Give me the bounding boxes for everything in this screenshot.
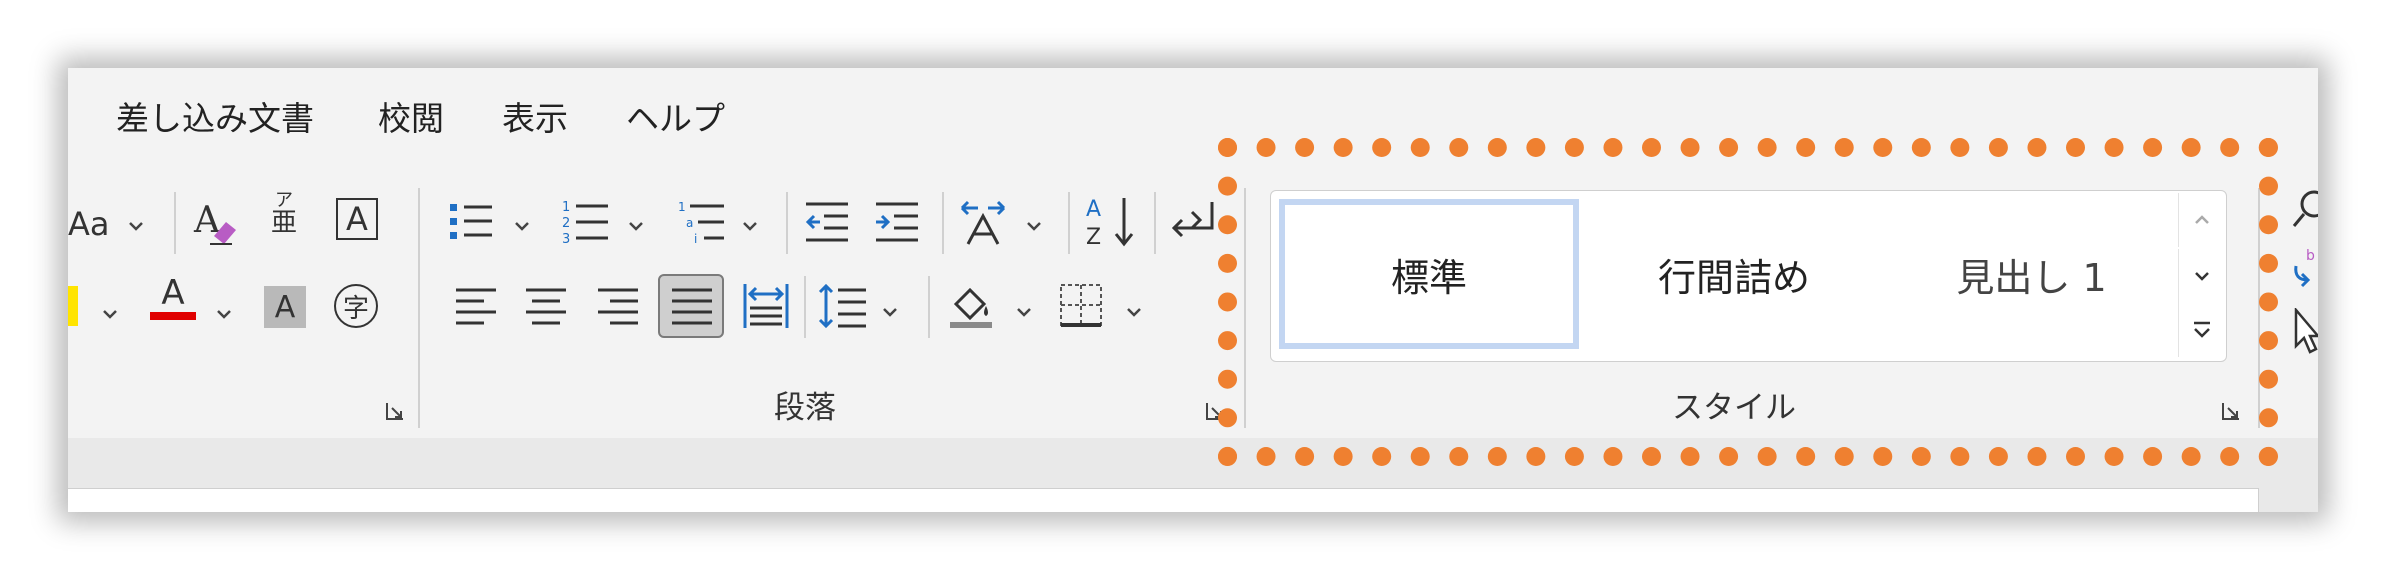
multilevel-list-icon[interactable]: 1ai [678, 198, 726, 246]
tab-mailings[interactable]: 差し込み文書 [116, 92, 314, 140]
separator [1154, 192, 1156, 254]
chevron-down-icon[interactable] [126, 216, 146, 236]
decrease-indent-icon[interactable] [804, 200, 850, 244]
separator [1244, 188, 1246, 428]
chevron-down-icon[interactable] [880, 302, 900, 322]
separator [928, 276, 930, 338]
justify-icon [672, 288, 712, 325]
style-normal[interactable]: 標準 [1279, 199, 1579, 349]
character-shading-button[interactable]: A [264, 286, 306, 328]
phonetic-bottom-label: 亜 [270, 208, 297, 238]
font-color-button[interactable]: A [150, 276, 196, 320]
separator [174, 192, 176, 254]
svg-text:i: i [694, 232, 697, 246]
separator [786, 192, 788, 254]
tab-help[interactable]: ヘルプ [626, 92, 725, 140]
chevron-down-icon[interactable] [740, 216, 760, 236]
character-shading-label: A [274, 289, 296, 325]
svg-text:Z: Z [1086, 225, 1101, 248]
chevron-down-icon[interactable] [512, 216, 532, 236]
align-right-icon[interactable] [596, 286, 640, 328]
document-page[interactable] [68, 488, 2259, 512]
enclose-characters-label: 字 [342, 293, 369, 324]
gallery-more-button[interactable] [2178, 303, 2225, 357]
separator [418, 188, 420, 428]
separator [804, 276, 806, 338]
chevron-down-icon[interactable] [1124, 302, 1144, 322]
shading-icon[interactable] [946, 280, 996, 330]
select-cursor-icon[interactable] [2294, 308, 2318, 356]
borders-icon[interactable] [1058, 282, 1104, 328]
distributed-icon[interactable] [742, 282, 790, 330]
menu-bar: 差し込み文書 校閲 表示 ヘルプ [68, 68, 2318, 158]
character-border-button[interactable]: A [336, 198, 378, 240]
tab-view[interactable]: 表示 [502, 92, 568, 140]
sort-icon[interactable]: A Z [1084, 194, 1138, 248]
font-color-label: A [161, 273, 185, 313]
chevron-up-icon [2195, 215, 2209, 224]
gallery-scroll-up-button[interactable] [2178, 193, 2225, 247]
separator [2258, 188, 2260, 428]
chevron-down-icon[interactable] [1014, 302, 1034, 322]
style-heading-1[interactable]: 見出し 1 [1889, 199, 2174, 349]
tab-review[interactable]: 校閲 [378, 92, 444, 140]
text-direction-icon[interactable] [958, 198, 1008, 246]
font-dialog-launcher-icon[interactable] [384, 400, 406, 422]
gallery-scroll-down-button[interactable] [2178, 249, 2225, 303]
chevron-down-icon [2195, 272, 2209, 281]
separator [942, 192, 944, 254]
bullets-icon[interactable] [448, 200, 496, 244]
enclose-characters-button[interactable]: 字 [334, 284, 378, 328]
font-color-bar [150, 312, 196, 320]
replace-icon[interactable]: b [2292, 246, 2318, 292]
align-left-icon[interactable] [454, 286, 498, 328]
styles-gallery: 標準 行間詰め 見出し 1 [1270, 190, 2227, 362]
styles-dialog-launcher-icon[interactable] [2220, 400, 2242, 422]
highlighter-color-swatch[interactable] [68, 286, 78, 326]
chevron-down-icon[interactable] [1024, 216, 1044, 236]
change-case-label: Aa [68, 205, 110, 243]
chevron-down-icon[interactable] [214, 304, 234, 324]
paragraph-group-label: 段落 [774, 390, 836, 426]
justify-button[interactable] [658, 274, 724, 338]
show-formatting-marks-icon[interactable] [1168, 198, 1218, 246]
svg-text:1: 1 [678, 200, 686, 214]
svg-text:A: A [1086, 197, 1101, 222]
separator [1068, 192, 1070, 254]
align-center-icon[interactable] [524, 286, 568, 328]
more-icon [2194, 321, 2210, 338]
svg-text:1: 1 [562, 200, 570, 215]
character-border-label: A [346, 200, 368, 238]
find-icon[interactable] [2290, 186, 2318, 230]
chevron-down-icon[interactable] [626, 216, 646, 236]
clear-formatting-icon[interactable]: A [192, 198, 242, 250]
increase-indent-icon[interactable] [874, 200, 920, 244]
word-window: 差し込み文書 校閲 表示 ヘルプ Aa A ア 亜 A A A 字 1 2 3 … [68, 68, 2318, 512]
style-no-spacing[interactable]: 行間詰め [1589, 199, 1879, 349]
svg-text:3: 3 [562, 232, 570, 246]
styles-group-label: スタイル [1672, 390, 1796, 426]
svg-text:a: a [686, 216, 693, 230]
svg-text:b: b [2306, 248, 2315, 264]
svg-text:2: 2 [562, 216, 570, 231]
line-spacing-icon[interactable] [818, 282, 868, 330]
paragraph-dialog-launcher-icon[interactable] [1204, 400, 1226, 422]
change-case-button[interactable]: Aa [68, 204, 110, 244]
chevron-down-icon[interactable] [100, 304, 120, 324]
numbering-icon[interactable]: 123 [562, 198, 610, 246]
phonetic-guide-button[interactable]: ア 亜 [266, 192, 302, 238]
